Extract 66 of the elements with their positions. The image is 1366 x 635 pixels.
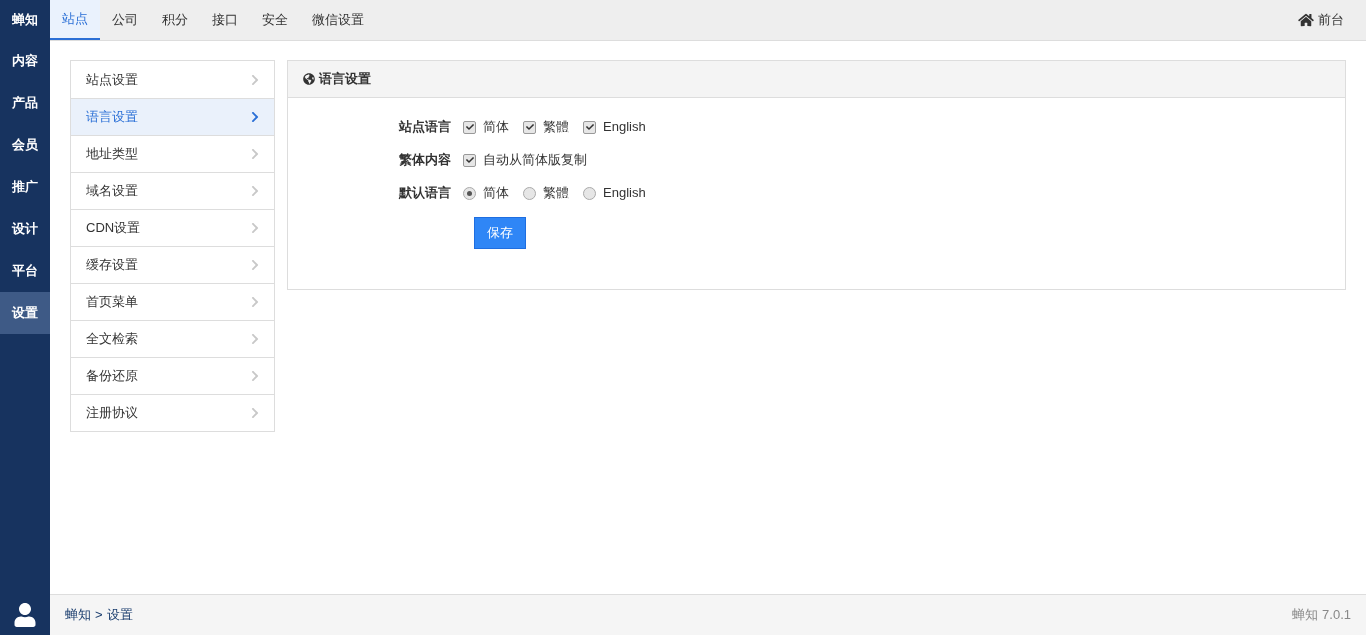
version-text: 蝉知 7.0.1 xyxy=(1292,606,1351,625)
field-label: 繁体内容 xyxy=(398,151,452,170)
option-label: 简体 xyxy=(483,118,509,137)
option-label: English xyxy=(603,118,646,137)
radio-button[interactable] xyxy=(463,186,476,200)
settings-menu-item[interactable]: 缓存设置 xyxy=(71,246,274,283)
settings-menu-item[interactable]: 地址类型 xyxy=(71,135,274,172)
nav-tab[interactable]: 接口 xyxy=(200,0,250,40)
settings-menu-item[interactable]: 站点设置 xyxy=(71,61,274,98)
chevron-right-icon xyxy=(251,111,259,123)
brand-logo[interactable]: 蝉知 xyxy=(0,0,50,40)
user-avatar-icon[interactable] xyxy=(14,603,36,627)
sidebar-item[interactable]: 产品 xyxy=(0,82,50,124)
chevron-right-icon xyxy=(251,259,259,271)
settings-menu-item[interactable]: CDN设置 xyxy=(71,209,274,246)
settings-menu-item[interactable]: 域名设置 xyxy=(71,172,274,209)
chevron-right-icon xyxy=(251,185,259,197)
globe-icon xyxy=(303,73,315,85)
checkbox[interactable] xyxy=(463,120,476,134)
radio-button[interactable] xyxy=(583,186,596,200)
settings-menu-item[interactable]: 语言设置 xyxy=(71,98,274,135)
check-icon xyxy=(585,123,594,131)
chevron-right-icon xyxy=(251,370,259,382)
sidebar-item[interactable]: 内容 xyxy=(0,40,50,82)
option-label: 繁體 xyxy=(543,184,569,203)
breadcrumb-link[interactable]: 设置 xyxy=(106,605,133,625)
chevron-right-icon xyxy=(251,222,259,234)
settings-menu-item[interactable]: 全文检索 xyxy=(71,320,274,357)
breadcrumb-separator: > xyxy=(95,606,103,625)
option-label: 自动从简体版复制 xyxy=(483,151,587,170)
field-label: 站点语言 xyxy=(398,118,452,137)
chevron-right-icon xyxy=(251,296,259,308)
radio-button[interactable] xyxy=(523,186,536,200)
panel-title: 语言设置 xyxy=(319,70,371,89)
nav-tab[interactable]: 站点 xyxy=(50,0,100,40)
checkbox[interactable] xyxy=(583,120,596,134)
nav-tab[interactable]: 积分 xyxy=(150,0,200,40)
settings-menu-item[interactable]: 备份还原 xyxy=(71,357,274,394)
sidebar-item[interactable]: 设置 xyxy=(0,292,50,334)
nav-tab[interactable]: 安全 xyxy=(250,0,300,40)
nav-tab[interactable]: 微信设置 xyxy=(300,0,376,40)
check-icon xyxy=(465,156,474,164)
chevron-right-icon xyxy=(251,333,259,345)
sidebar-item[interactable]: 设计 xyxy=(0,208,50,250)
chevron-right-icon xyxy=(251,407,259,419)
sidebar-item[interactable]: 推广 xyxy=(0,166,50,208)
option-label: 简体 xyxy=(483,184,509,203)
breadcrumb-link[interactable]: 蝉知 xyxy=(65,605,91,625)
option-label: English xyxy=(603,184,646,203)
frontend-link[interactable]: 前台 xyxy=(1298,0,1366,40)
settings-menu-item[interactable]: 首页菜单 xyxy=(71,283,274,320)
sidebar-item[interactable]: 会员 xyxy=(0,124,50,166)
chevron-right-icon xyxy=(251,73,259,86)
check-icon xyxy=(465,123,474,131)
settings-menu-item[interactable]: 注册协议 xyxy=(71,394,274,431)
field-label: 默认语言 xyxy=(397,184,452,203)
nav-tab[interactable]: 公司 xyxy=(100,0,150,40)
sidebar-item[interactable]: 平台 xyxy=(0,250,50,292)
home-icon xyxy=(1298,13,1314,27)
checkbox[interactable] xyxy=(523,120,536,134)
option-label: 繁體 xyxy=(543,118,569,137)
frontend-link-label[interactable]: 前台 xyxy=(1318,10,1344,30)
checkbox[interactable] xyxy=(463,153,476,167)
chevron-right-icon xyxy=(251,148,259,160)
save-button[interactable]: 保存 xyxy=(474,217,526,249)
check-icon xyxy=(525,123,534,131)
